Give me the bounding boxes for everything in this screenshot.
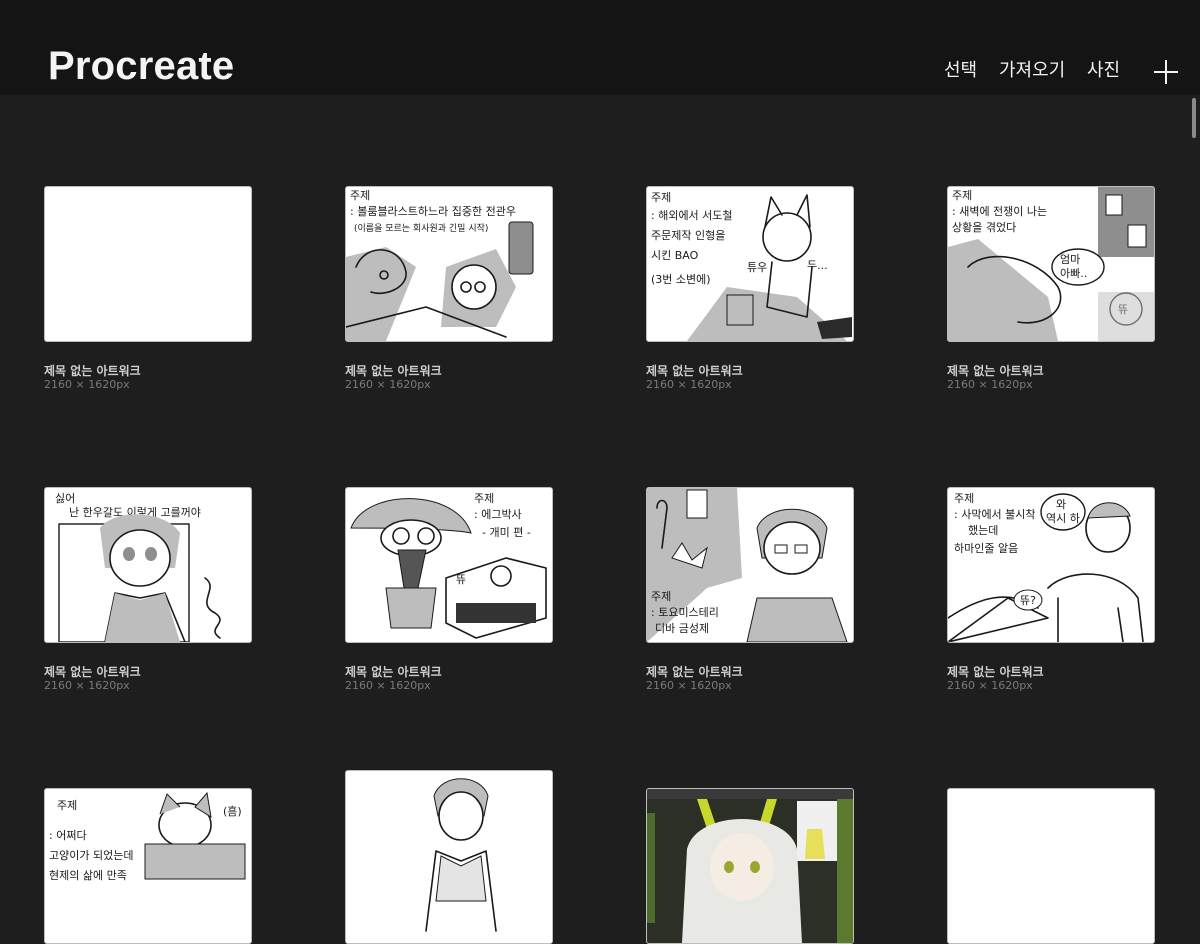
artwork-thumbnail[interactable]	[345, 770, 553, 944]
sketch-text: 아빠..	[1060, 267, 1087, 280]
sketch-text: - 개미 편 -	[482, 526, 531, 539]
sketch-text: 디바 금성제	[655, 622, 709, 635]
sketch-text: 현제의 삶에 만족	[49, 869, 127, 882]
artwork-size: 2160 × 1620px	[345, 679, 431, 692]
sketch-text: 하마인줄 알음	[954, 541, 1018, 555]
artwork-title: 제목 없는 아트워크	[646, 364, 743, 378]
sketch-text: : 해외에서 서도철	[651, 208, 733, 222]
sketch-text: 주제	[954, 492, 974, 505]
sketch-text: 엄마	[1060, 253, 1080, 266]
sketch-text: 시킨 BAO	[651, 249, 699, 262]
sketch-text: 주제	[474, 492, 494, 505]
artwork-title: 제목 없는 아트워크	[947, 364, 1044, 378]
sketch-text: 주문제작 인형을	[651, 229, 725, 242]
sketch-text: 싫어	[55, 492, 75, 505]
artwork-thumbnail[interactable]: 주제 : 볼룸블라스트하느라 집중한 전관우 (이름을 모르는 회사원과 긴밀 …	[345, 186, 553, 342]
sketch-text: 뜌?	[1020, 594, 1036, 607]
sketch-text: 고양이가 되었는데	[49, 849, 133, 862]
app-title: Procreate	[48, 44, 235, 88]
sketch-text: : 토요미스테리	[651, 606, 719, 619]
photo-button[interactable]: 사진	[1087, 56, 1120, 86]
artwork-thumbnail[interactable]	[947, 788, 1155, 944]
sketch-text: (3번 소변에)	[651, 273, 711, 286]
sketch-text: : 에그박사	[474, 508, 522, 521]
artwork-size: 2160 × 1620px	[947, 679, 1033, 692]
sketch-text: (이름을 모르는 회사원과 긴밀 시작)	[354, 222, 488, 234]
artwork-title: 제목 없는 아트워크	[947, 665, 1044, 679]
artwork-size: 2160 × 1620px	[646, 679, 732, 692]
sketch-text: 주제	[57, 799, 77, 812]
sketch-text: 두...	[807, 259, 828, 272]
sketch-text: 역시 하	[1046, 511, 1080, 525]
sketch-text: 주제	[350, 189, 370, 202]
plus-icon[interactable]	[1154, 60, 1178, 84]
artwork-title: 제목 없는 아트워크	[345, 665, 442, 679]
sketch-text: 튜우	[747, 261, 767, 274]
artwork-title: 제목 없는 아트워크	[345, 364, 442, 378]
artwork-thumbnail[interactable]: 주제 : 어쩌다 고양이가 되었는데 현제의 삶에 만족 (흠)	[44, 788, 252, 944]
sketch-text: : 사막에서 불시착	[954, 508, 1036, 521]
artwork-thumbnail[interactable]: 주제 : 새벽에 전쟁이 나는 상황을 겪었다 엄마 아빠.. 뜌	[947, 186, 1155, 342]
sketch-text: 상황을 겪었다	[952, 221, 1016, 234]
artwork-size: 2160 × 1620px	[44, 679, 130, 692]
artwork-title: 제목 없는 아트워크	[44, 665, 141, 679]
sketch-text: 주제	[952, 189, 972, 202]
artwork-size: 2160 × 1620px	[345, 378, 431, 391]
sketch-text: 와	[1056, 498, 1066, 511]
sketch-text: 주제	[651, 191, 671, 204]
select-button[interactable]: 선택	[944, 56, 977, 86]
sketch-text: (흠)	[223, 804, 242, 818]
sketch-text: : 어쩌다	[49, 829, 87, 842]
artwork-thumbnail[interactable]	[646, 788, 854, 944]
artwork-size: 2160 × 1620px	[44, 378, 130, 391]
artwork-title: 제목 없는 아트워크	[646, 665, 743, 679]
scrollbar[interactable]	[1192, 98, 1196, 138]
artwork-thumbnail[interactable]: 주제 : 토요미스테리 디바 금성제	[646, 487, 854, 643]
import-button[interactable]: 가져오기	[999, 56, 1065, 86]
sketch-text: 했는데	[968, 524, 998, 537]
artwork-title: 제목 없는 아트워크	[44, 364, 141, 378]
artwork-thumbnail[interactable]: 싫어 난 한우갈도 이렇게 고를꺼야	[44, 487, 252, 643]
sketch-text: : 새벽에 전쟁이 나는	[952, 205, 1047, 218]
sketch-text: 뜌	[456, 573, 466, 586]
artwork-thumbnail[interactable]: 주제 : 사막에서 불시착 했는데 하마인줄 알음 와 역시 하 뜌?	[947, 487, 1155, 643]
sketch-text: : 볼룸블라스트하느라 집중한 전관우	[350, 204, 516, 218]
artwork-thumbnail[interactable]: 주제 : 에그박사 - 개미 편 - 뜌	[345, 487, 553, 643]
sketch-text: 주제	[651, 590, 671, 603]
artwork-thumbnail[interactable]: 주제 : 해외에서 서도철 주문제작 인형을 시킨 BAO (3번 소변에) 튜…	[646, 186, 854, 342]
artwork-size: 2160 × 1620px	[947, 378, 1033, 391]
artwork-thumbnail[interactable]	[44, 186, 252, 342]
artwork-size: 2160 × 1620px	[646, 378, 732, 391]
